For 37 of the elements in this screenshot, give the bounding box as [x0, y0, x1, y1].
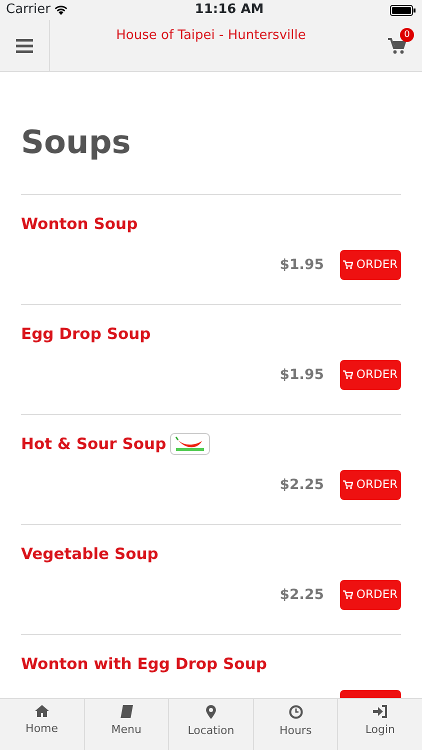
order-button[interactable]: ORDER — [340, 470, 401, 500]
dish-name: Hot & Sour Soup — [21, 434, 166, 455]
price: $2.25 — [280, 476, 324, 494]
location-pin-icon — [206, 705, 216, 719]
price: $1.95 — [280, 256, 324, 274]
cart-icon — [388, 38, 406, 54]
tab-bar-item[interactable]: Menu — [84, 699, 170, 750]
battery-icon — [390, 4, 416, 16]
cart-button[interactable]: 0 — [372, 20, 422, 71]
cart-count-badge: 0 — [400, 28, 414, 42]
cart-icon — [343, 590, 354, 600]
tab-bar-item[interactable]: Location — [169, 699, 254, 750]
order-button[interactable]: ORDER — [340, 250, 401, 280]
login-icon — [372, 705, 388, 718]
book-icon — [120, 705, 133, 718]
dish-name: Wonton with Egg Drop Soup — [21, 654, 267, 675]
tab-bar-item[interactable]: Hours — [254, 699, 338, 750]
tab-bar-item[interactable]: Home — [0, 699, 85, 750]
price: $2.25 — [280, 586, 324, 604]
carrier-text: Carrier — [6, 1, 50, 20]
dish-name: Wonton Soup — [21, 214, 138, 235]
cart-icon — [343, 480, 354, 490]
dish-name: Vegetable Soup — [21, 544, 158, 565]
dish-name: Egg Drop Soup — [21, 324, 151, 345]
tab-bar-item[interactable]: Login — [338, 699, 422, 750]
price: $1.95 — [280, 366, 324, 384]
cart-icon — [343, 370, 354, 380]
order-button[interactable]: ORDER — [340, 360, 401, 390]
home-icon — [34, 705, 49, 717]
clock-time: 11:16 AM — [194, 1, 264, 20]
wifi-icon — [54, 5, 68, 15]
menu-icon — [16, 38, 33, 52]
restaurant-title: House of Taipei - Huntersville — [116, 27, 306, 45]
cart-icon — [343, 260, 354, 270]
clock-icon — [288, 705, 303, 719]
order-button[interactable]: ORDER — [340, 580, 401, 610]
section-heading: Soups — [21, 122, 132, 163]
